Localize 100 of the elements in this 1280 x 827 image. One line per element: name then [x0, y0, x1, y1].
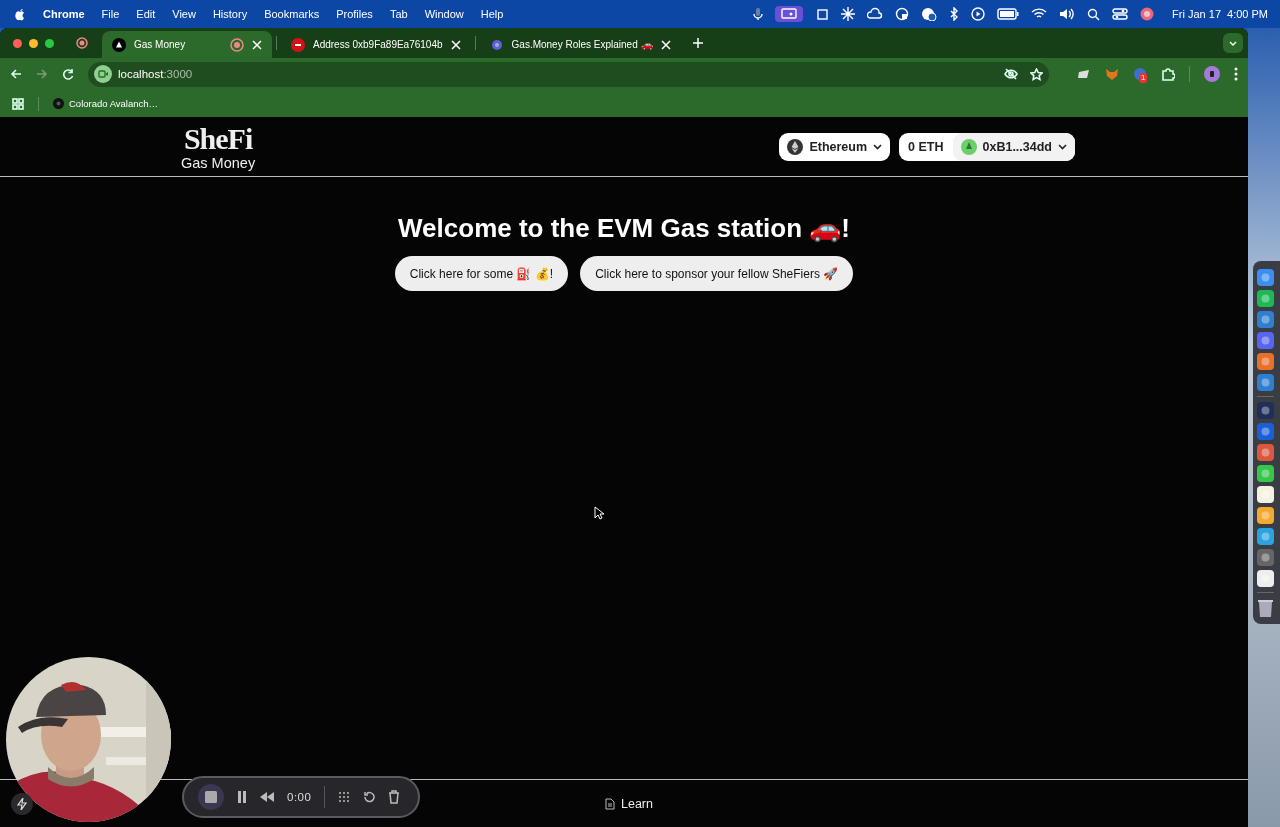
chevron-down-icon	[1058, 143, 1067, 150]
play-icon[interactable]	[971, 7, 986, 21]
app-icon[interactable]	[1257, 507, 1274, 524]
app-icon[interactable]	[1257, 290, 1274, 307]
trash-icon[interactable]	[388, 790, 401, 804]
crop-icon[interactable]	[815, 7, 830, 21]
site-info-icon[interactable]	[94, 65, 112, 83]
apple-icon[interactable]	[14, 7, 26, 21]
menubar-time[interactable]: 4:00 PM	[1227, 8, 1268, 20]
minimize-window-icon[interactable]	[29, 38, 38, 48]
balance-text: 0 ETH	[907, 139, 945, 154]
dot-grid-icon[interactable]	[338, 791, 351, 803]
address-bar[interactable]: localhost:3000	[88, 61, 1049, 87]
menu-item[interactable]: Bookmarks	[264, 8, 320, 20]
sparkle-icon[interactable]	[841, 7, 856, 21]
apps-grid-icon[interactable]	[12, 97, 24, 110]
rewind-icon[interactable]	[260, 792, 274, 802]
app-icon[interactable]	[1257, 465, 1274, 482]
tree-avatar-icon	[960, 138, 977, 155]
browser-tab[interactable]: Gas Money	[102, 31, 272, 58]
menu-item[interactable]: Help	[480, 8, 504, 20]
control-center-icon[interactable]	[1112, 8, 1129, 20]
cloud-icon[interactable]	[867, 7, 884, 21]
learn-link[interactable]: Learn	[621, 796, 653, 811]
tab-title: Gas.Money Roles Explained 🚗	[511, 39, 653, 50]
volume-icon[interactable]	[1059, 8, 1076, 20]
app-icon[interactable]	[1257, 332, 1274, 349]
microphone-icon	[753, 7, 764, 21]
menu-item[interactable]: Edit	[136, 8, 156, 20]
gear-icon	[489, 37, 504, 52]
stop-icon	[205, 791, 217, 803]
page-heading: Welcome to the EVM Gas station 🚗!	[398, 213, 850, 244]
app-icon[interactable]	[1257, 549, 1274, 566]
account-address: 0xB1...34dd	[982, 139, 1052, 154]
menu-item[interactable]: Window	[424, 8, 464, 20]
gear-icon	[53, 98, 64, 109]
search-icon[interactable]	[1087, 7, 1101, 21]
recording-icon[interactable]	[76, 37, 88, 49]
close-icon[interactable]	[660, 39, 671, 50]
profile-avatar-icon[interactable]	[1204, 66, 1220, 82]
eye-slash-icon[interactable]	[1004, 67, 1018, 80]
stop-button[interactable]	[198, 784, 224, 810]
bookmark[interactable]: Colorado Avalanch…	[53, 98, 159, 109]
profile-icon[interactable]	[1140, 7, 1155, 21]
browser-tab[interactable]: Gas.Money Roles Explained 🚗	[479, 31, 681, 58]
logo[interactable]: SheFi	[183, 122, 253, 157]
pause-icon[interactable]	[237, 791, 247, 803]
puzzle-icon[interactable]	[1161, 67, 1175, 81]
app-icon[interactable]	[1257, 486, 1274, 503]
recording-time: 0:00	[287, 791, 312, 803]
action-button[interactable]: Click here for some ⛽ 💰!	[394, 256, 569, 291]
close-icon[interactable]	[252, 39, 262, 50]
menu-app-name[interactable]: Chrome	[43, 8, 85, 20]
restart-icon[interactable]	[363, 791, 376, 803]
tab-title: Address 0xb9Fa89Ea76104b	[313, 39, 443, 50]
screen-share-button[interactable]	[775, 6, 804, 22]
document-icon	[605, 797, 615, 810]
app-icon[interactable]	[1257, 423, 1274, 440]
new-tab-icon[interactable]	[692, 38, 703, 48]
wifi-icon[interactable]	[1031, 8, 1048, 20]
close-icon[interactable]	[450, 39, 461, 50]
mouse-pointer-icon	[594, 506, 604, 520]
more-menu-icon[interactable]	[1234, 67, 1238, 81]
back-icon[interactable]	[10, 68, 22, 80]
reload-icon[interactable]	[62, 68, 74, 80]
menu-item[interactable]: History	[212, 8, 248, 20]
tab-title: Gas Money	[134, 39, 187, 50]
app-icon[interactable]	[1257, 269, 1274, 286]
action-button[interactable]: Click here to sponsor your fellow SheFiers 🚀	[580, 256, 854, 291]
chevron-down-icon	[1229, 40, 1237, 46]
app-icon[interactable]	[1257, 311, 1274, 328]
star-icon[interactable]	[1030, 67, 1043, 81]
menubar-date[interactable]: Fri Jan 17	[1172, 8, 1222, 20]
account-button[interactable]: 0 ETH 0xB1...34dd	[899, 132, 1075, 161]
app-icon[interactable]	[1257, 402, 1274, 419]
trash-icon[interactable]	[1257, 598, 1274, 618]
ethereum-icon	[787, 138, 804, 155]
app-icon[interactable]	[1257, 528, 1274, 545]
app-icon[interactable]	[1257, 374, 1274, 391]
menu-item[interactable]: Tab	[389, 8, 408, 20]
app-icon[interactable]	[1257, 444, 1274, 461]
url-host: localhost	[118, 68, 164, 80]
notification-badge: 1	[1139, 73, 1148, 83]
circle-icon	[291, 37, 305, 52]
display-icon	[781, 8, 798, 20]
network-selector[interactable]: Ethereum	[779, 132, 891, 161]
tab-search-button[interactable]	[1223, 33, 1243, 53]
url-port: :3000	[163, 68, 193, 80]
chevron-down-icon	[873, 143, 883, 150]
logo-subtitle: Gas Money	[181, 156, 256, 171]
menu-item[interactable]: View	[172, 8, 196, 20]
app-icon[interactable]	[1257, 353, 1274, 370]
maximize-window-icon[interactable]	[45, 38, 54, 48]
bluetooth-icon[interactable]	[949, 7, 960, 21]
menu-item[interactable]: File	[101, 8, 120, 20]
battery-icon[interactable]	[997, 8, 1020, 20]
close-window-icon[interactable]	[13, 38, 22, 48]
browser-tab[interactable]: Address 0xb9Fa89Ea76104b	[281, 31, 471, 58]
app-icon[interactable]	[1257, 570, 1274, 587]
menu-item[interactable]: Profiles	[336, 8, 373, 20]
